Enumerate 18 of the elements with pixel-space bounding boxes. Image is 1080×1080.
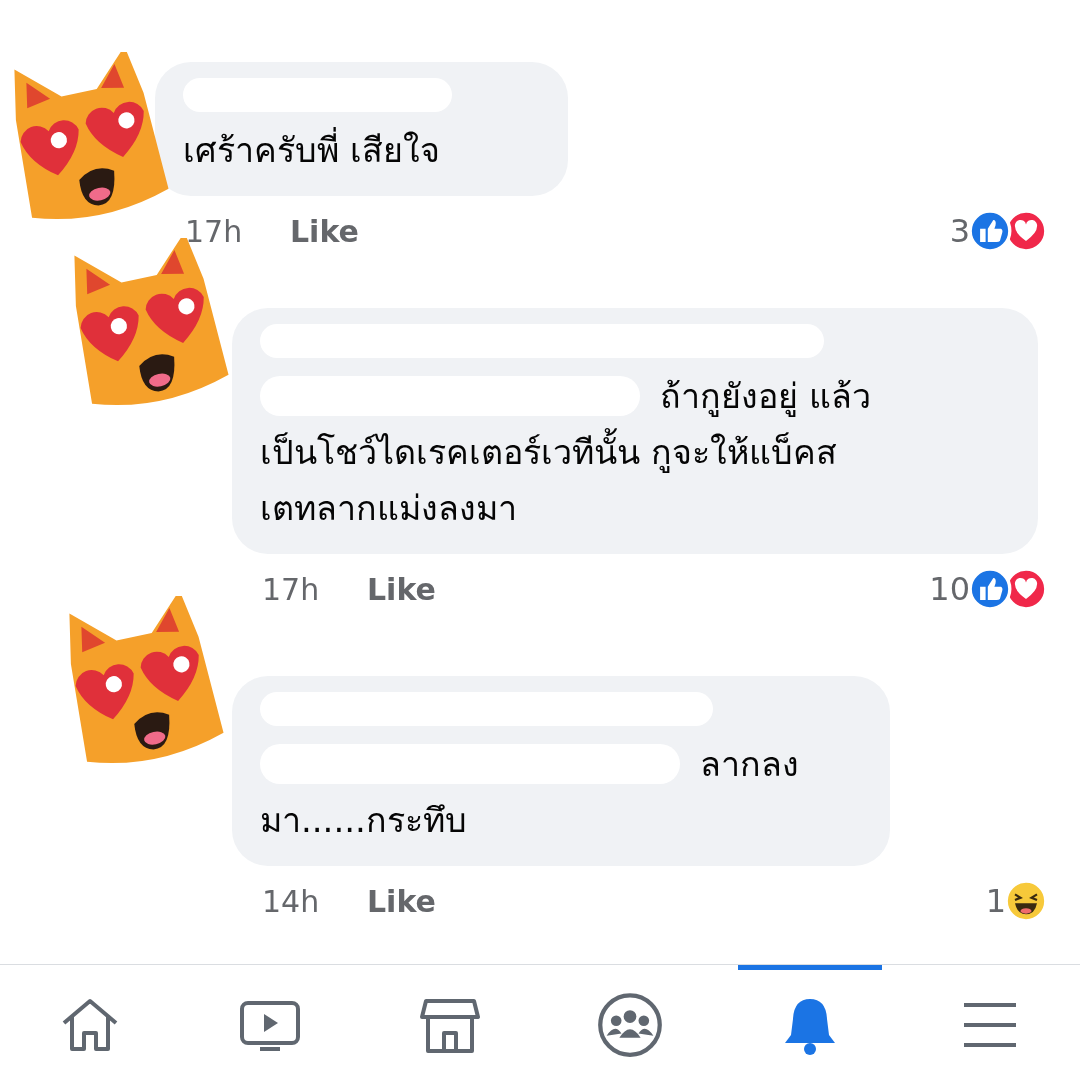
like-link[interactable]: Like [290,213,359,249]
reaction-count: 10 [929,570,970,608]
like-link[interactable]: Like [367,883,436,919]
groups-icon [596,991,664,1059]
like-link[interactable]: Like [367,571,436,607]
reaction-count: 3 [949,212,970,250]
comment-text: เป็นโชว์ไดเรคเตอร์เวทีนั้น กูจะให้แบ็คส เตทลากแม่งลงมา [260,424,1012,536]
comment-time: 17h [185,213,244,249]
comment-text: มา......กระทึบ [260,799,468,842]
like-reaction-icon [968,209,1012,253]
comment-text: ถ้ากูยังอยู่ แล้ว [660,375,871,419]
comment-time: 14h [262,883,321,919]
comment-text: ลากลง [700,743,799,786]
laughing-face-icon [1004,879,1048,923]
reaction-count: 1 [985,882,1006,920]
comment-time: 17h [262,571,321,607]
like-reaction-icon [968,567,1012,611]
comment-text: เศร้าครับพี่ เสียใจ [183,122,542,178]
